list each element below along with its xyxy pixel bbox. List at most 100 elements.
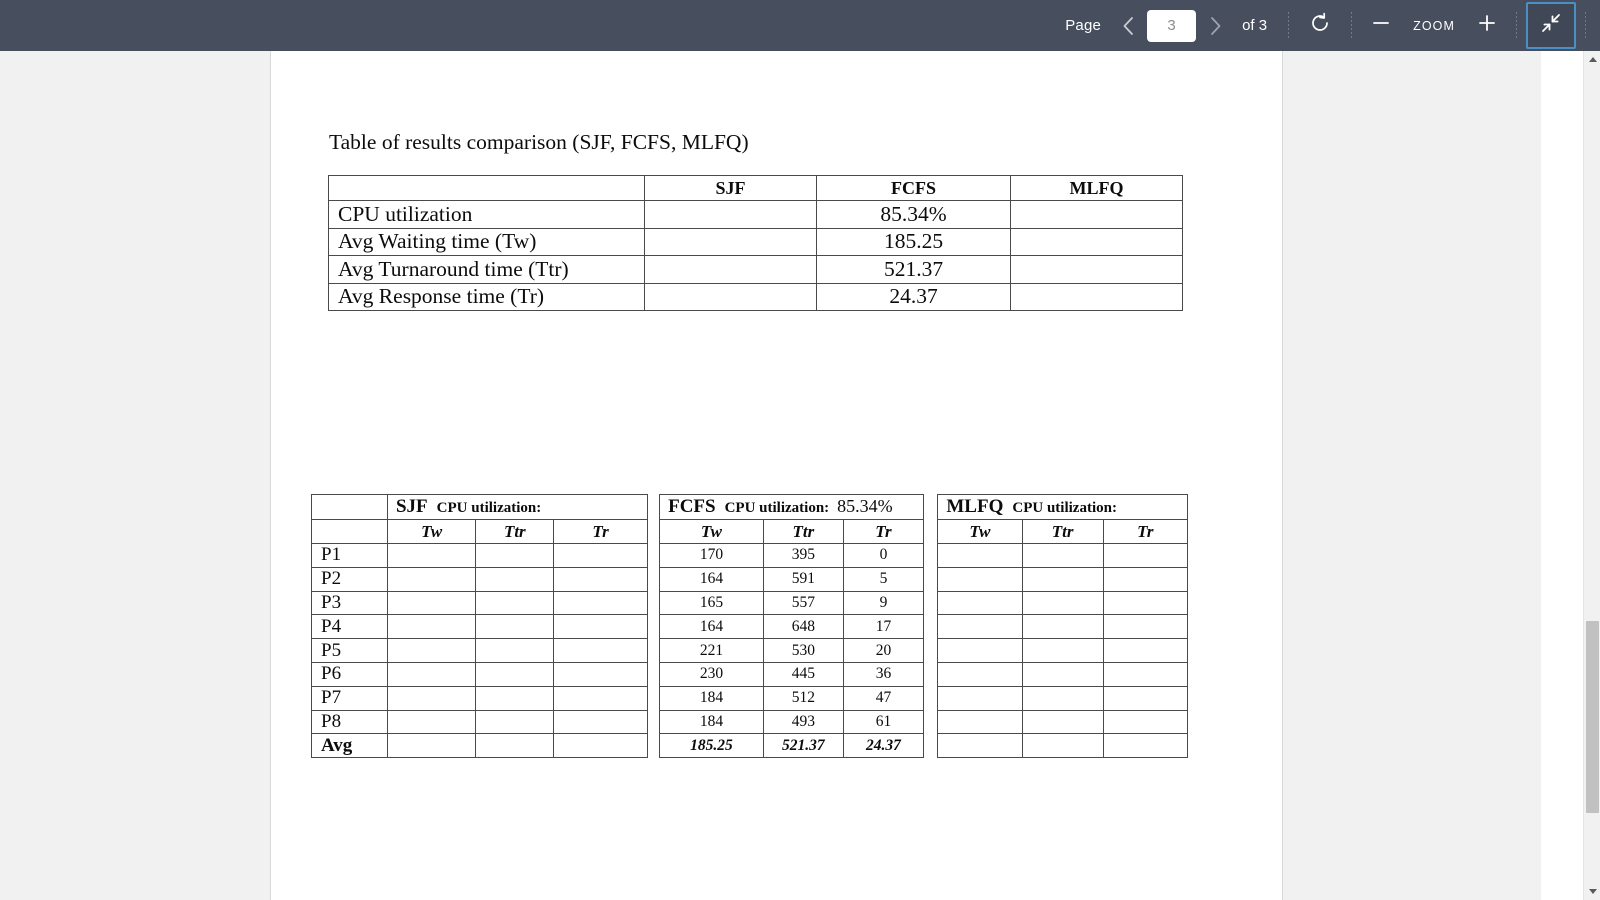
mlfq-tw (937, 590, 1023, 616)
sjf-tw (386, 638, 477, 663)
spacer-cell (924, 567, 938, 591)
sjf-ttr (475, 661, 555, 687)
chevron-right-icon (1208, 15, 1222, 37)
spacer-cell (924, 615, 938, 639)
metric-label: Avg Waiting time (Tw) (328, 227, 645, 256)
fcfs-tw: 221 (659, 638, 764, 663)
subheader-sjf-tw: Tw (386, 519, 477, 544)
rotate-button[interactable] (1298, 6, 1342, 46)
zoom-label: ZOOM (1413, 18, 1455, 33)
toolbar-divider-2 (1351, 11, 1353, 40)
fcfs-ttr: 648 (762, 614, 844, 640)
per-process-results-table: SJF CPU utilization: FCFS CPU utilizatio… (311, 494, 1189, 759)
mlfq-tw (937, 543, 1023, 568)
fcfs-ttr: 395 (762, 543, 844, 568)
fcfs-tw: 164 (659, 614, 764, 640)
next-page-button[interactable] (1198, 0, 1232, 51)
header-sjf: SJF (644, 175, 817, 201)
fcfs-ttr: 445 (762, 661, 844, 687)
process-id: P7 (311, 685, 388, 711)
zoom-in-button[interactable] (1467, 6, 1507, 46)
minus-icon (1370, 12, 1392, 39)
scroll-down-button[interactable] (1584, 883, 1600, 900)
subheader-mlfq-tr: Tr (1102, 519, 1189, 544)
fcfs-tw: 184 (659, 685, 764, 711)
fcfs-tr: 17 (842, 614, 925, 640)
spacer-cell (924, 686, 938, 710)
sjf-ttr (475, 543, 555, 568)
group-cpu-value-fcfs: 85.34% (837, 496, 893, 516)
spacer-cell (924, 734, 938, 758)
spacer-cell (647, 591, 659, 615)
fcfs-avg-tr: 24.37 (842, 733, 925, 759)
sjf-tw (386, 685, 477, 711)
sjf-avg-tr (553, 733, 648, 759)
mlfq-tw (937, 566, 1023, 592)
mlfq-tw (937, 614, 1023, 640)
document-viewer[interactable]: Table of results comparison (SJF, FCFS, … (0, 51, 1541, 900)
metric-label: Avg Response time (Tr) (328, 282, 645, 311)
fcfs-value: 185.25 (816, 227, 1011, 256)
header-blank (328, 175, 645, 201)
scroll-up-button[interactable] (1584, 51, 1600, 68)
group-name-mlfq: MLFQ (946, 496, 1004, 517)
mlfq-avg-tw (937, 733, 1023, 759)
mlfq-tr (1102, 709, 1189, 735)
sjf-ttr (475, 638, 555, 663)
plus-icon (1476, 12, 1498, 39)
sjf-tr (553, 566, 648, 592)
header-fcfs: FCFS (816, 175, 1011, 201)
average-row: Avg 185.25 521.37 24.37 (311, 733, 1189, 759)
spacer-cell (647, 686, 659, 710)
table-caption: Table of results comparison (SJF, FCFS, … (329, 130, 749, 154)
mlfq-tr (1102, 543, 1189, 568)
sjf-ttr (475, 566, 555, 592)
fcfs-tw: 184 (659, 709, 764, 735)
table-row: P1 170 395 0 (311, 543, 1189, 568)
group-cpu-label-mlfq: CPU utilization: (1012, 500, 1117, 516)
process-id: P4 (311, 614, 388, 640)
fcfs-ttr: 591 (762, 566, 844, 592)
table-row: Avg Waiting time (Tw) 185.25 (328, 227, 1183, 256)
subheader-mlfq-ttr: Ttr (1021, 519, 1104, 544)
process-id: P5 (311, 638, 388, 663)
sjf-tw (386, 614, 477, 640)
fcfs-tr: 47 (842, 685, 925, 711)
metric-label: Avg Turnaround time (Ttr) (328, 255, 645, 284)
table-header-row: SJF FCFS MLFQ (328, 175, 1183, 201)
vertical-scrollbar[interactable] (1583, 51, 1600, 900)
fcfs-avg-ttr: 521.37 (762, 733, 844, 759)
toolbar-divider-3 (1516, 11, 1517, 40)
mlfq-tw (937, 709, 1023, 735)
previous-page-button[interactable] (1111, 0, 1145, 51)
spacer-cell (647, 615, 659, 639)
mlfq-tw (937, 685, 1023, 711)
sjf-tr (553, 685, 648, 711)
subheader-fcfs-tw: Tw (659, 519, 764, 544)
mlfq-tr (1102, 685, 1189, 711)
mlfq-tr (1102, 638, 1189, 663)
table-row: CPU utilization 85.34% (328, 200, 1183, 229)
pdf-page: Table of results comparison (SJF, FCFS, … (270, 51, 1283, 900)
mlfq-ttr (1021, 614, 1104, 640)
spacer-cell (924, 544, 938, 568)
mlfq-tr (1102, 661, 1189, 687)
mlfq-tw (937, 638, 1023, 663)
zoom-out-button[interactable] (1361, 6, 1401, 46)
group-cpu-label-sjf: CPU utilization: (436, 500, 542, 516)
fcfs-value: 521.37 (816, 255, 1011, 284)
spacer-cell (647, 710, 659, 734)
scrollbar-thumb[interactable] (1586, 621, 1599, 813)
rotate-icon (1309, 12, 1331, 39)
metric-label: CPU utilization (328, 200, 645, 229)
table-row: P3 165 557 9 (311, 590, 1189, 616)
exit-fullscreen-button[interactable] (1526, 2, 1576, 49)
table-row: P4 164 648 17 (311, 614, 1189, 640)
spacer-cell (647, 544, 659, 568)
subheader-fcfs-ttr: Ttr (762, 519, 844, 544)
fcfs-ttr: 493 (762, 709, 844, 735)
sub-header-row: Tw Ttr Tr Tw Ttr Tr Tw Ttr Tr (311, 519, 1189, 544)
scroll-up-arrow-icon (1588, 57, 1597, 62)
page-number-input[interactable] (1147, 9, 1197, 42)
sjf-tw (386, 661, 477, 687)
